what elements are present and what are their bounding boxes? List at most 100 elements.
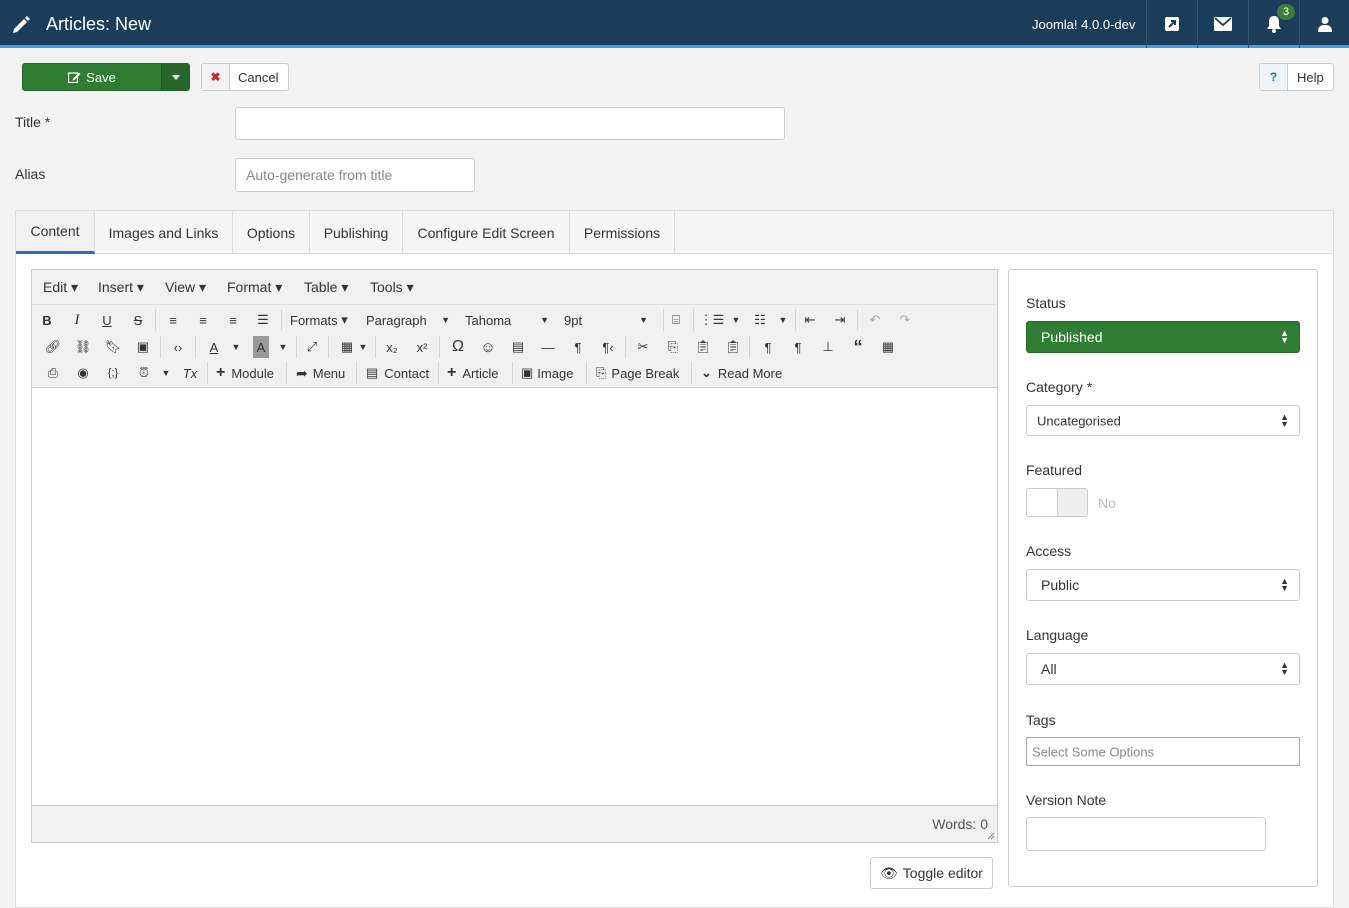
save-button[interactable]: Save xyxy=(22,63,190,91)
underline-icon[interactable]: U xyxy=(96,309,118,331)
indent-icon[interactable]: ⇥ xyxy=(829,309,851,331)
align-right-icon[interactable]: ≡ xyxy=(222,309,244,331)
bullet-list-icon[interactable]: ⋮☰ xyxy=(700,309,725,331)
help-button[interactable]: ? Help xyxy=(1259,63,1334,91)
clear-formatting-icon[interactable]: Tx xyxy=(179,362,201,384)
paste-text-icon[interactable]: 📋︎ xyxy=(722,336,744,358)
tab-configure-edit-screen[interactable]: Configure Edit Screen xyxy=(403,211,570,254)
code-icon[interactable]: ‹› xyxy=(167,336,189,358)
nonbreaking-icon[interactable]: ⊥ xyxy=(817,336,839,358)
visual-chars-icon[interactable]: ¶ xyxy=(787,336,809,358)
redo-icon[interactable]: ↷ xyxy=(894,309,916,331)
text-color-caret-icon[interactable]: ▼ xyxy=(225,336,247,358)
undo-icon[interactable]: ↶ xyxy=(864,309,886,331)
rtl-icon[interactable]: ¶‹ xyxy=(597,336,619,358)
horizontal-rule-icon[interactable]: — xyxy=(537,336,559,358)
unlink-icon[interactable]: ⛓︎ xyxy=(72,336,94,358)
numbered-list-icon[interactable]: ☷ xyxy=(749,309,771,331)
bookmark-icon[interactable]: 🔖︎ xyxy=(102,336,124,358)
align-justify-icon[interactable]: ☰ xyxy=(252,309,274,331)
background-color-icon[interactable]: A xyxy=(253,336,269,358)
image-icon[interactable]: ▣ xyxy=(132,336,154,358)
font-size-select[interactable]: 9pt ▼ xyxy=(564,309,648,331)
title-label: Title * xyxy=(15,114,51,130)
status-select[interactable]: Published ▲ ▼ xyxy=(1026,321,1300,353)
tab-permissions[interactable]: Permissions xyxy=(570,211,675,254)
preview-icon[interactable]: ◉ xyxy=(72,362,94,384)
insert-menu-button[interactable]: ➦ Menu xyxy=(296,362,345,384)
ltr-icon[interactable]: ¶ xyxy=(567,336,589,358)
special-character-icon[interactable]: Ω xyxy=(447,336,469,358)
tab-images-and-links[interactable]: Images and Links xyxy=(95,211,233,254)
tab-publishing[interactable]: Publishing xyxy=(310,211,403,254)
copy-icon[interactable]: ⎘ xyxy=(662,336,684,358)
font-family-select[interactable]: Tahoma ▼ xyxy=(465,309,549,331)
resize-handle-icon[interactable] xyxy=(987,832,995,840)
category-select[interactable]: Uncategorised ▲ ▼ xyxy=(1026,405,1300,436)
strikethrough-icon[interactable]: S xyxy=(127,309,149,331)
subscript-icon[interactable]: x₂ xyxy=(381,336,403,358)
show-blocks-icon[interactable]: ¶ xyxy=(757,336,779,358)
insert-article-button[interactable]: + Article xyxy=(447,362,498,384)
alias-input[interactable]: Auto-generate from title xyxy=(235,158,475,192)
emoticons-icon[interactable]: ☺ xyxy=(477,336,499,358)
find-replace-icon[interactable]: ⌸ xyxy=(665,309,687,331)
messages-button[interactable] xyxy=(1197,0,1247,48)
numbered-list-caret-icon[interactable]: ▼ xyxy=(772,309,794,331)
menu-tools[interactable]: Tools ▾ xyxy=(370,279,414,296)
document-icon: ▤ xyxy=(366,365,379,380)
access-select[interactable]: Public ▲ ▼ xyxy=(1026,569,1300,601)
menu-edit[interactable]: Edit ▾ xyxy=(43,279,78,296)
superscript-icon[interactable]: x² xyxy=(411,336,433,358)
menu-insert[interactable]: Insert ▾ xyxy=(98,279,144,296)
align-center-icon[interactable]: ≡ xyxy=(192,309,214,331)
paste-icon[interactable]: 📋︎ xyxy=(692,336,714,358)
save-main[interactable]: Save xyxy=(23,64,162,90)
blockquote-icon[interactable]: “ xyxy=(847,336,869,358)
outdent-icon[interactable]: ⇤ xyxy=(799,309,821,331)
insert-datetime-icon[interactable]: ⏰︎ xyxy=(133,362,155,384)
language-select[interactable]: All ▲ ▼ xyxy=(1026,653,1300,685)
page-break-button[interactable]: ⎘ Page Break xyxy=(596,362,679,384)
table-caret-icon[interactable]: ▼ xyxy=(352,336,374,358)
save-dropdown-toggle[interactable] xyxy=(162,64,189,90)
read-more-button[interactable]: ⌄ Read More xyxy=(701,362,782,384)
code-sample-icon[interactable]: {;} xyxy=(102,362,124,384)
formats-dropdown[interactable]: Formats ▾ xyxy=(290,309,348,331)
tab-options[interactable]: Options xyxy=(233,211,310,254)
version-note-input[interactable] xyxy=(1026,817,1266,851)
bullet-list-caret-icon[interactable]: ▼ xyxy=(725,309,747,331)
switch-knob xyxy=(1027,489,1058,516)
media-icon[interactable]: ▤ xyxy=(507,336,529,358)
text-color-icon[interactable]: A xyxy=(203,336,225,358)
italic-icon[interactable]: I xyxy=(66,309,88,331)
fullscreen-icon[interactable]: ⤢ xyxy=(301,336,323,358)
template-icon[interactable]: ▦ xyxy=(877,336,899,358)
toolbar-separator xyxy=(691,362,692,384)
featured-switch[interactable] xyxy=(1026,488,1088,517)
title-input[interactable] xyxy=(235,107,785,140)
insert-contact-button[interactable]: ▤ Contact xyxy=(366,362,429,384)
toggle-editor-button[interactable]: 👁︎ Toggle editor xyxy=(870,857,993,889)
tab-content[interactable]: Content xyxy=(16,211,95,254)
insert-image-button[interactable]: ▣ Image xyxy=(521,362,573,384)
insert-module-button[interactable]: + Module xyxy=(216,362,274,384)
background-color-caret-icon[interactable]: ▼ xyxy=(272,336,294,358)
block-format-select[interactable]: Paragraph ▼ xyxy=(366,309,450,331)
view-site-button[interactable] xyxy=(1146,0,1196,48)
menu-format[interactable]: Format ▾ xyxy=(227,279,282,296)
cancel-button[interactable]: ✖ Cancel xyxy=(201,63,289,91)
access-label: Access xyxy=(1026,543,1072,559)
caret-down-icon xyxy=(171,74,180,80)
link-icon[interactable]: 🔗︎ xyxy=(42,336,64,358)
menu-view[interactable]: View ▾ xyxy=(165,279,206,296)
tags-input[interactable]: Select Some Options xyxy=(1026,737,1300,766)
print-icon[interactable]: ⎙ xyxy=(42,362,64,384)
datetime-caret-icon[interactable]: ▼ xyxy=(155,362,177,384)
bold-icon[interactable]: B xyxy=(36,309,58,331)
cut-icon[interactable]: ✂ xyxy=(632,336,654,358)
editor-content-area[interactable] xyxy=(32,388,997,805)
menu-table[interactable]: Table ▾ xyxy=(304,279,348,296)
align-left-icon[interactable]: ≡ xyxy=(162,309,184,331)
user-menu-button[interactable] xyxy=(1299,0,1349,48)
